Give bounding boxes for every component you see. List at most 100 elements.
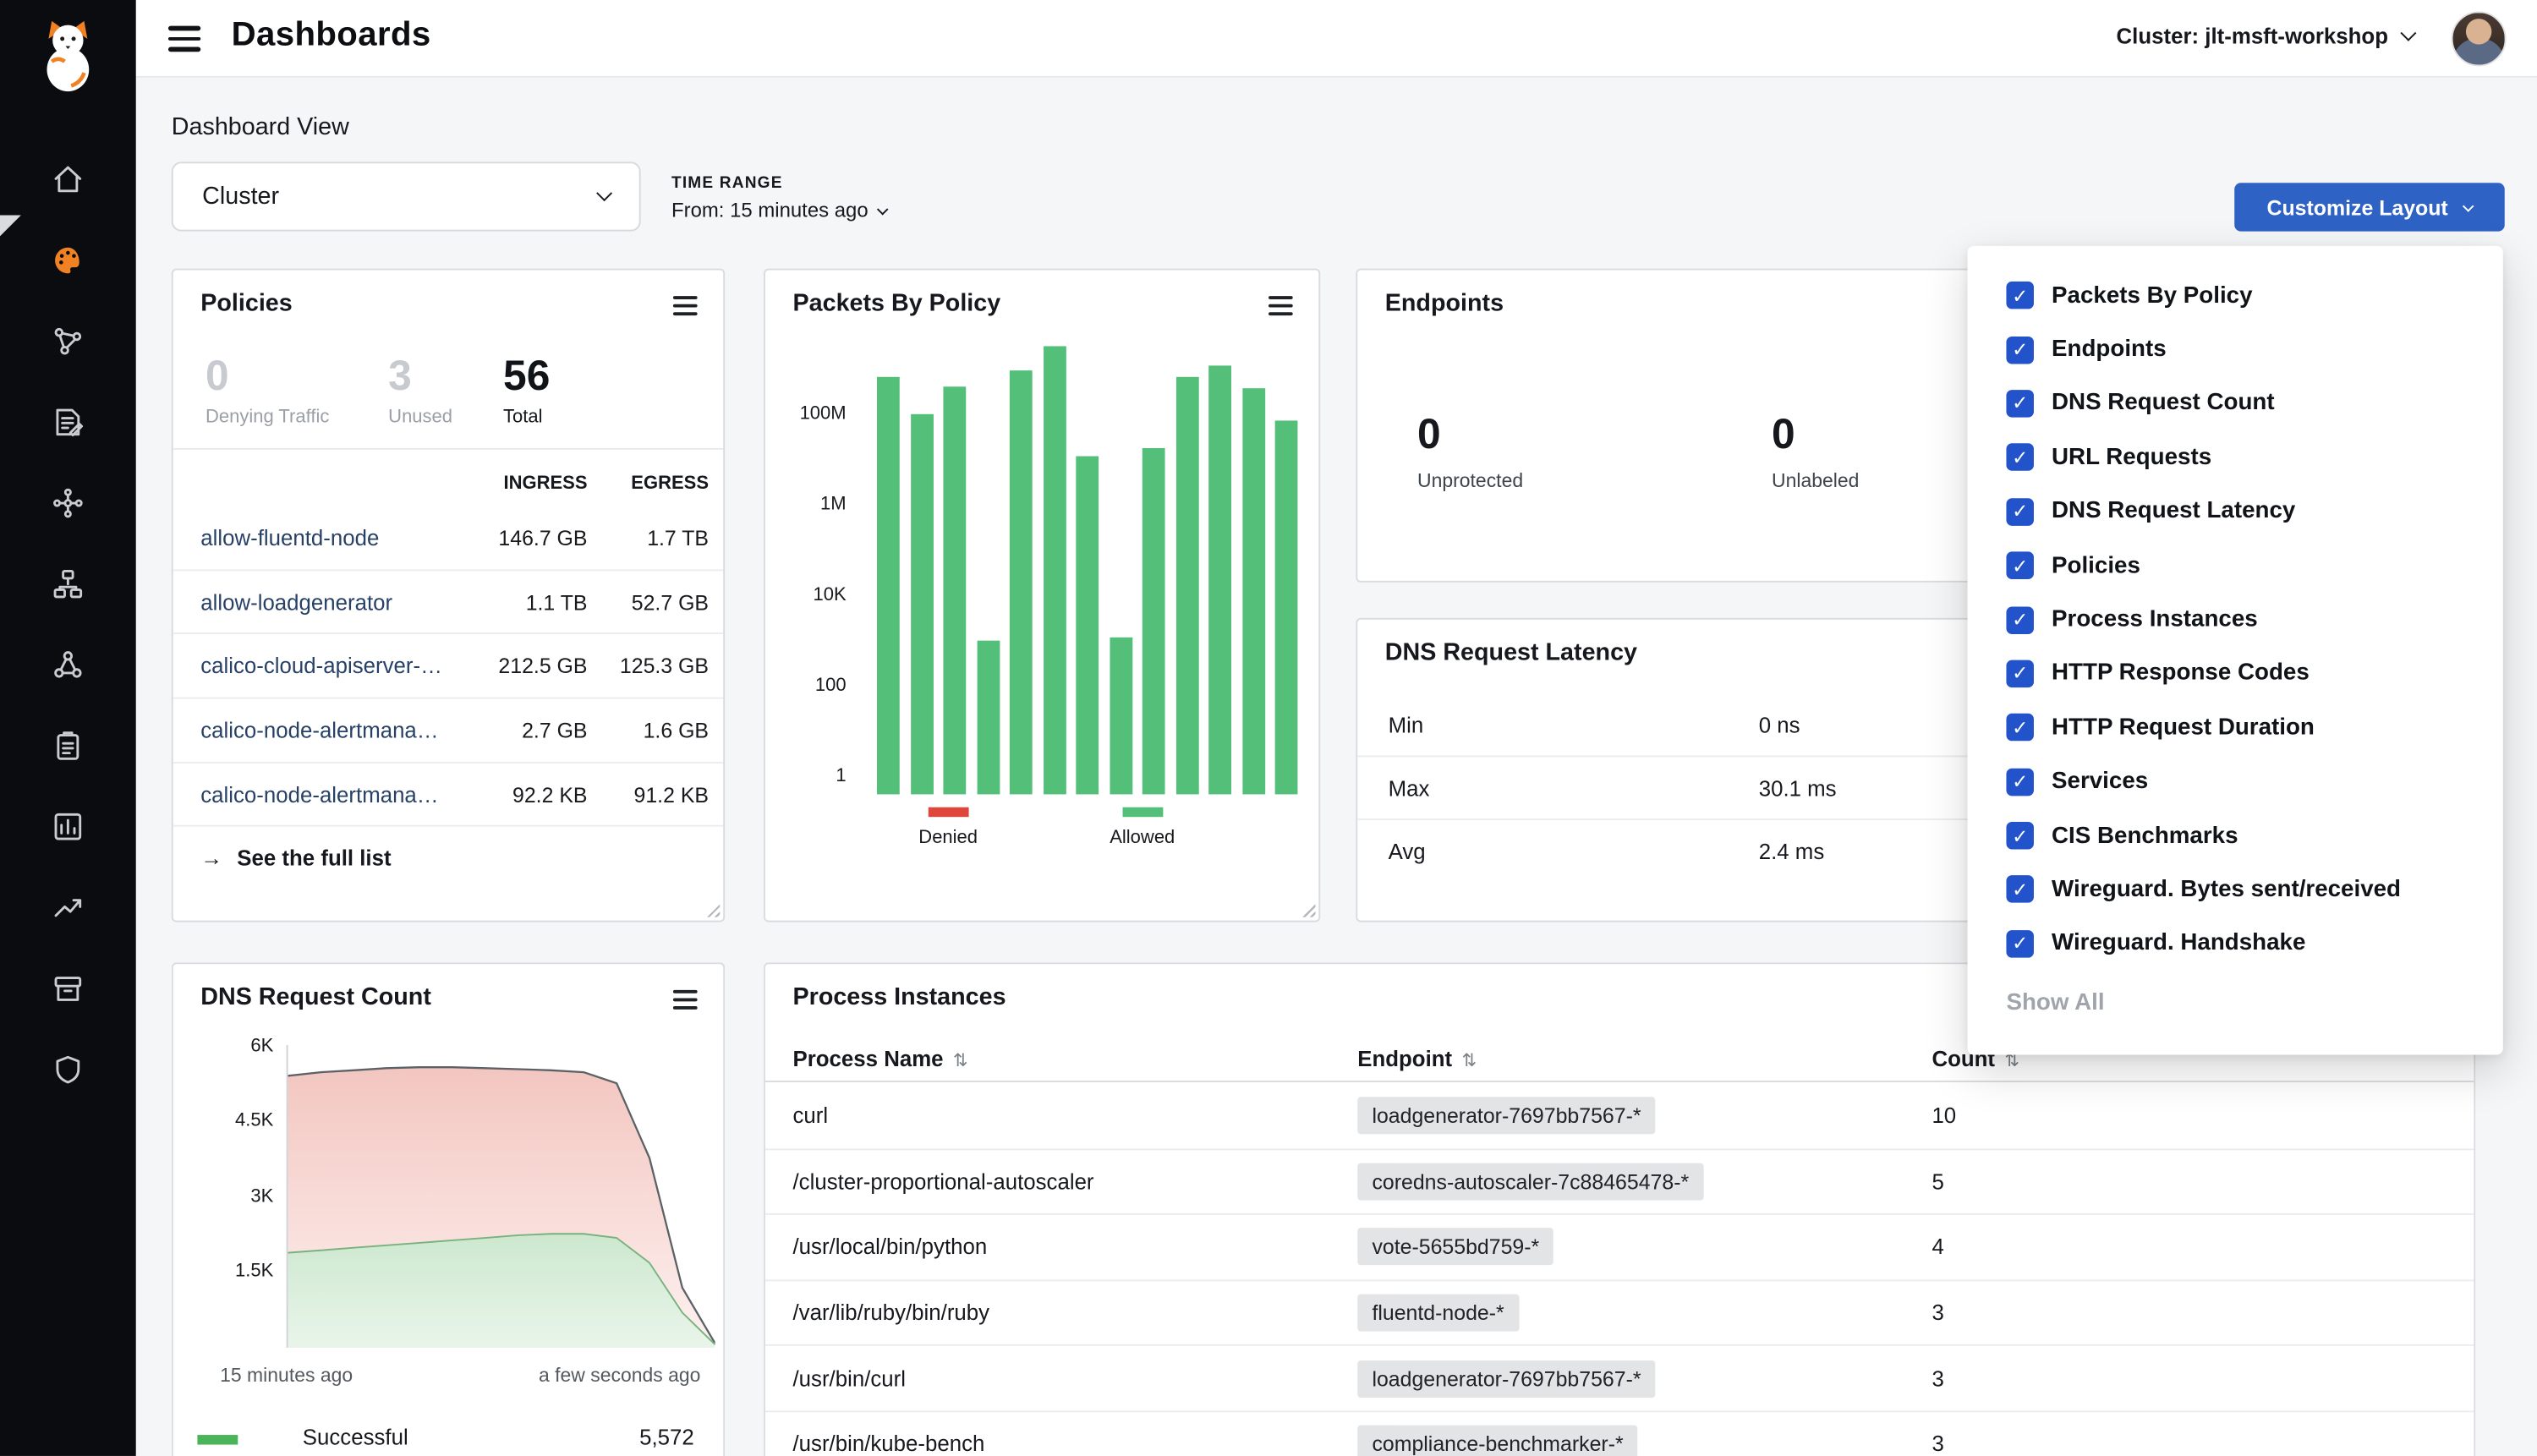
policy-packets-bar[interactable] <box>1208 365 1231 795</box>
stat-unlabeled[interactable]: 0 Unlabeled <box>1772 413 1859 492</box>
process-row: curlloadgenerator-7697bb7567-*10 <box>765 1084 2474 1150</box>
customize-menu-item[interactable]: ✓URL Requests <box>1968 430 2503 484</box>
latency-label: Min <box>1389 714 1424 738</box>
sidebar-item-clusters[interactable] <box>0 625 136 706</box>
customize-menu-item[interactable]: ✓Services <box>1968 755 2503 809</box>
menu-toggle-button[interactable] <box>168 26 200 57</box>
sort-icon[interactable]: ⇅ <box>953 1052 968 1071</box>
stat-unprotected[interactable]: 0 Unprotected <box>1417 413 1523 492</box>
sidebar-item-policies[interactable] <box>0 382 136 463</box>
sidebar-item-home[interactable] <box>0 140 136 221</box>
y-tick-label: 1.5K <box>235 1262 273 1281</box>
stat-denying-traffic[interactable]: 0 Denying Traffic <box>205 354 329 427</box>
policy-packets-bar[interactable] <box>1076 456 1099 795</box>
checkbox-checked-icon[interactable]: ✓ <box>2006 282 2034 309</box>
sidebar-item-network[interactable] <box>0 301 136 382</box>
sidebar-item-activity[interactable] <box>0 868 136 949</box>
sidebar-item-compliance[interactable] <box>0 705 136 786</box>
column-header-ingress[interactable]: INGRESS <box>448 474 588 494</box>
policy-packets-bar[interactable] <box>1010 371 1033 794</box>
checkbox-checked-icon[interactable]: ✓ <box>2006 822 2034 850</box>
sidebar-item-service-graph[interactable] <box>0 463 136 544</box>
latency-value: 0 ns <box>1759 714 1800 738</box>
customize-menu-item[interactable]: ✓HTTP Request Duration <box>1968 701 2503 755</box>
policy-packets-bar[interactable] <box>1241 389 1264 795</box>
drag-handle-icon[interactable] <box>673 296 698 320</box>
customize-menu-item[interactable]: ✓Wireguard. Handshake <box>1968 917 2503 971</box>
stat-unused[interactable]: 3 Unused <box>388 354 452 427</box>
card-title: Process Instances <box>793 983 1006 1011</box>
customize-menu-item[interactable]: ✓DNS Request Count <box>1968 376 2503 430</box>
endpoint-chip[interactable]: fluentd-node-* <box>1357 1295 1519 1332</box>
checkbox-checked-icon[interactable]: ✓ <box>2006 606 2034 634</box>
resize-handle[interactable] <box>1299 901 1315 917</box>
checkbox-checked-icon[interactable]: ✓ <box>2006 714 2034 742</box>
checkbox-checked-icon[interactable]: ✓ <box>2006 930 2034 958</box>
dashboard-view-select[interactable]: Cluster <box>172 161 641 231</box>
customize-menu-item[interactable]: ✓Process Instances <box>1968 593 2503 647</box>
checkbox-checked-icon[interactable]: ✓ <box>2006 876 2034 904</box>
policy-name-link[interactable]: calico-node-alertmana… <box>200 718 448 742</box>
column-header-endpoint[interactable]: Endpoint⇅ <box>1357 1047 1932 1071</box>
checkbox-checked-icon[interactable]: ✓ <box>2006 336 2034 364</box>
policy-packets-bar[interactable] <box>1142 447 1165 794</box>
customize-menu-item[interactable]: ✓CIS Benchmarks <box>1968 808 2503 862</box>
legend-item-denied[interactable]: Denied <box>918 807 978 848</box>
customize-menu-item[interactable]: ✓Policies <box>1968 539 2503 593</box>
checkbox-checked-icon[interactable]: ✓ <box>2006 552 2034 580</box>
policy-packets-bar[interactable] <box>943 386 966 794</box>
policy-packets-bar[interactable] <box>1275 420 1298 794</box>
sidebar-item-hierarchy[interactable] <box>0 544 136 625</box>
policy-name-link[interactable]: calico-cloud-apiserver-… <box>200 654 448 678</box>
policy-name-link[interactable]: calico-node-alertmana… <box>200 782 448 807</box>
sidebar-item-reports[interactable] <box>0 786 136 868</box>
customize-menu-item[interactable]: ✓Packets By Policy <box>1968 269 2503 323</box>
policy-packets-bar[interactable] <box>977 640 1000 794</box>
process-row: /usr/bin/kube-benchcompliance-benchmarke… <box>765 1412 2474 1456</box>
endpoint-chip[interactable]: loadgenerator-7697bb7567-* <box>1357 1360 1656 1397</box>
checkbox-checked-icon[interactable]: ✓ <box>2006 768 2034 796</box>
chevron-down-icon <box>2463 200 2474 211</box>
endpoint-chip[interactable]: vote-5655bd759-* <box>1357 1229 1553 1266</box>
policy-row: calico-node-alertmana…92.2 KB91.2 KB <box>173 764 724 828</box>
checkbox-checked-icon[interactable]: ✓ <box>2006 498 2034 526</box>
customize-menu-item[interactable]: ✓HTTP Response Codes <box>1968 647 2503 701</box>
policy-name-link[interactable]: allow-loadgenerator <box>200 589 448 614</box>
user-avatar[interactable] <box>2452 11 2507 66</box>
sidebar-item-security[interactable] <box>0 1029 136 1110</box>
policy-packets-bar[interactable] <box>1175 377 1198 794</box>
customize-menu-item[interactable]: ✓Endpoints <box>1968 322 2503 376</box>
customize-menu-item[interactable]: ✓Wireguard. Bytes sent/received <box>1968 862 2503 917</box>
show-all-link[interactable]: Show All <box>2006 990 2104 1016</box>
endpoint-chip[interactable]: loadgenerator-7697bb7567-* <box>1357 1097 1656 1135</box>
process-count: 4 <box>1932 1235 2474 1260</box>
endpoint-chip[interactable]: compliance-benchmarker-* <box>1357 1426 1638 1456</box>
stat-total[interactable]: 56 Total <box>503 354 550 427</box>
checkbox-checked-icon[interactable]: ✓ <box>2006 390 2034 418</box>
calico-cat-logo[interactable] <box>0 16 136 94</box>
checkbox-checked-icon[interactable]: ✓ <box>2006 660 2034 687</box>
sidebar-item-storage[interactable] <box>0 948 136 1029</box>
policy-packets-bar[interactable] <box>1043 346 1066 795</box>
resize-handle[interactable] <box>704 901 720 917</box>
policy-packets-bar[interactable] <box>877 377 900 794</box>
policy-name-link[interactable]: allow-fluentd-node <box>200 526 448 550</box>
see-full-list-link[interactable]: → See the full list <box>200 846 391 871</box>
sort-icon[interactable]: ⇅ <box>1462 1052 1477 1071</box>
process-count: 10 <box>1932 1103 2474 1128</box>
time-range-value[interactable]: From: 15 minutes ago <box>671 199 886 222</box>
drag-handle-icon[interactable] <box>1268 296 1293 320</box>
endpoint-chip[interactable]: coredns-autoscaler-7c88465478-* <box>1357 1163 1703 1200</box>
policy-packets-bar[interactable] <box>1110 637 1132 794</box>
customize-layout-button[interactable]: Customize Layout <box>2234 183 2505 231</box>
legend-item-allowed[interactable]: Allowed <box>1110 807 1175 848</box>
dns-legend-successful[interactable]: Successful 5,572 <box>173 1422 724 1456</box>
cluster-selector[interactable]: Cluster: jlt-msft-workshop <box>2117 25 2414 49</box>
chevron-down-icon <box>876 203 888 215</box>
column-header-process-name[interactable]: Process Name⇅ <box>793 1047 1358 1071</box>
column-header-egress[interactable]: EGRESS <box>588 474 709 494</box>
customize-menu-item[interactable]: ✓DNS Request Latency <box>1968 484 2503 539</box>
checkbox-checked-icon[interactable]: ✓ <box>2006 444 2034 472</box>
drag-handle-icon[interactable] <box>673 990 698 1015</box>
policy-packets-bar[interactable] <box>910 415 933 795</box>
